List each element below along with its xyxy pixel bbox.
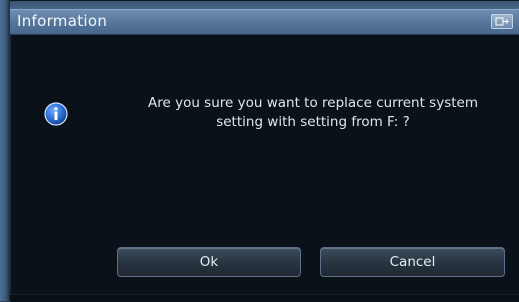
- titlebar-restore-button[interactable]: [491, 14, 513, 29]
- ok-button[interactable]: Ok: [117, 247, 301, 277]
- message-line-1: Are you sure you want to replace current…: [148, 95, 478, 111]
- cancel-button[interactable]: Cancel: [320, 247, 505, 277]
- dialog-bottom-edge: [10, 294, 519, 301]
- dialog-title: Information: [17, 12, 108, 30]
- dialog-titlebar[interactable]: Information: [10, 9, 519, 35]
- window-left-edge: [0, 0, 10, 301]
- restore-icon: [495, 17, 509, 26]
- message-line-2: setting with setting from F: ?: [216, 114, 410, 130]
- information-dialog: Information Are you sure you want to rep…: [10, 0, 519, 302]
- dialog-message: Are you sure you want to replace current…: [103, 94, 519, 132]
- info-icon: [44, 102, 68, 126]
- titlebar-top-band: [10, 1, 519, 9]
